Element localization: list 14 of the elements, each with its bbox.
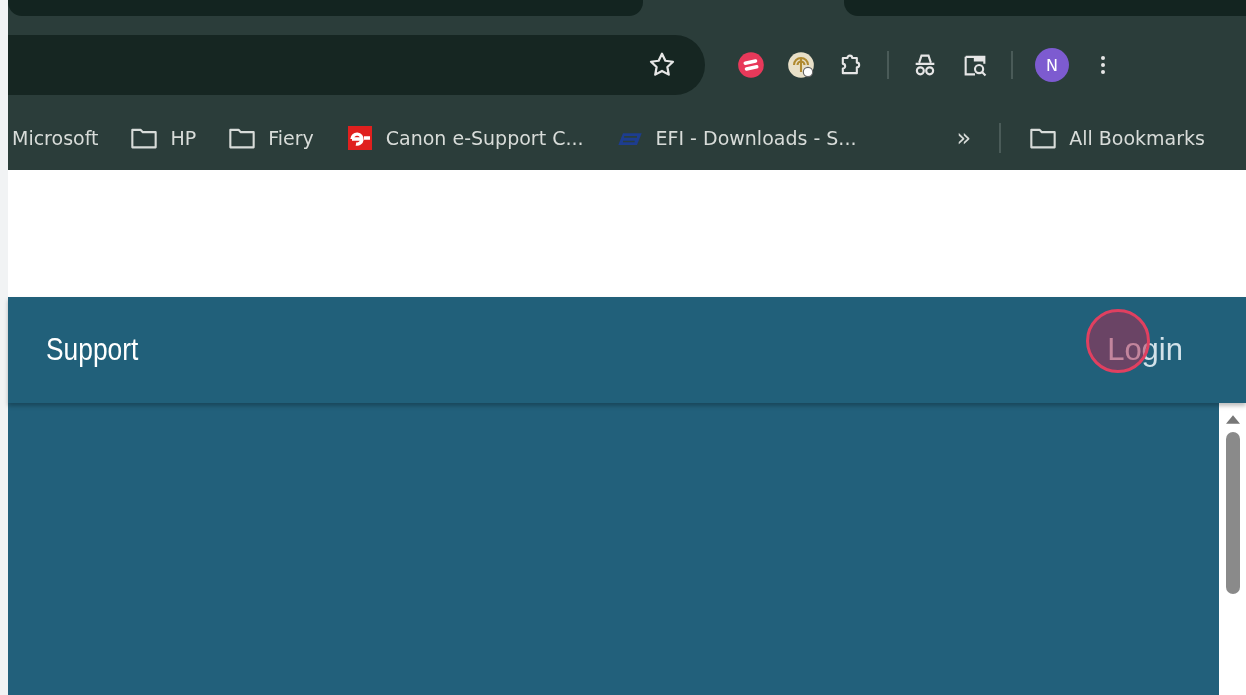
bookmark[interactable]: HP xyxy=(130,125,197,150)
profile-avatar[interactable]: N xyxy=(1035,48,1069,82)
scrollbar[interactable] xyxy=(1219,403,1246,695)
scroll-up-icon[interactable] xyxy=(1225,415,1240,424)
all-bookmarks-button[interactable]: All Bookmarks xyxy=(1029,125,1205,150)
page-title: Support xyxy=(46,332,139,368)
bookmark[interactable]: Microsoft xyxy=(12,126,99,149)
extension-icon[interactable] xyxy=(787,51,815,79)
bookmark[interactable]: Canon e-Support C... xyxy=(345,125,584,150)
more-bookmarks-button[interactable]: » xyxy=(956,123,972,152)
site-icon xyxy=(345,125,374,150)
bookmark[interactable]: Fiery xyxy=(228,125,314,150)
extension-icon[interactable] xyxy=(737,51,765,79)
bookmark[interactable]: EFI - Downloads - S... xyxy=(615,125,857,150)
